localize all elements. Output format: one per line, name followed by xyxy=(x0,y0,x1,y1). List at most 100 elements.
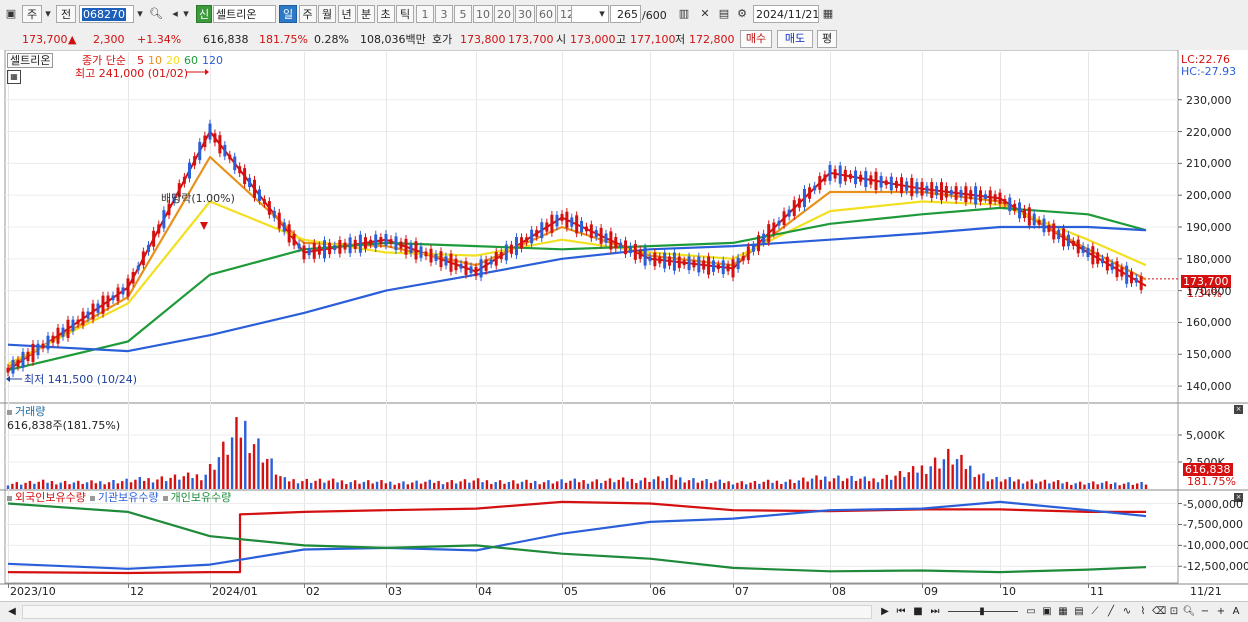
line-tool-icon[interactable]: ╱ xyxy=(1104,605,1118,619)
volume-bar xyxy=(283,477,287,489)
font-size-icon[interactable]: A xyxy=(1229,605,1243,619)
candle-body xyxy=(198,141,202,161)
grid-toggle-icon[interactable]: ▦ xyxy=(7,70,21,84)
chart-type-select[interactable]: 주 xyxy=(22,5,42,23)
candle-body xyxy=(954,186,958,200)
fibo-tool-icon[interactable]: ⌇ xyxy=(1136,605,1150,619)
interval-tab[interactable]: 3 xyxy=(435,5,453,23)
window-grid-icon[interactable]: ▦ xyxy=(1056,605,1070,619)
calendar-icon[interactable]: ▦ xyxy=(820,6,836,22)
trend-line-icon[interactable]: ⟋ xyxy=(1088,605,1102,619)
candle-body xyxy=(307,248,311,256)
chart-canvas[interactable] xyxy=(0,50,1248,601)
ma-period-60: 60 xyxy=(184,54,198,67)
candle-body xyxy=(560,213,564,221)
candle-body xyxy=(530,229,534,244)
price-panel-tag[interactable]: 셀트리온 xyxy=(7,53,54,68)
chevron-down-icon[interactable]: ▾ xyxy=(596,6,608,22)
volume-bar xyxy=(1100,482,1104,489)
volume-bar xyxy=(595,479,598,489)
stock-code-input[interactable]: 068270 xyxy=(79,5,134,23)
table-icon[interactable]: ▤ xyxy=(1072,605,1086,619)
holding-legend-item[interactable]: 개인보유수량 xyxy=(171,491,232,504)
zoom-slider-thumb[interactable]: ▮ xyxy=(978,605,986,619)
zoom-in-icon[interactable]: + xyxy=(1214,605,1228,619)
candle-icon[interactable]: ▥ xyxy=(676,6,692,22)
rewind-icon[interactable]: ⏮ xyxy=(894,605,908,619)
period-tab[interactable]: 월 xyxy=(318,5,336,23)
stop-icon[interactable]: ■ xyxy=(911,605,925,619)
chart-area[interactable]: 셀트리온 종가 단순 5 10 20 60 120 ▦ 최고 241,000 (01/0… xyxy=(0,50,1248,601)
interval-tab[interactable]: 20 xyxy=(494,5,514,23)
zoom-icon[interactable]: 🔍︎ xyxy=(1182,605,1196,619)
price-tick-label: 200,000 xyxy=(1186,189,1232,203)
volume-bar xyxy=(1030,479,1033,489)
volume-bar xyxy=(885,474,888,489)
scroll-toolbar: ◀ ▶ ⏮ ■ ⏭ ▮ ▭ ▣ ▦ ▤ ⟋ ╱ ∿ ⌇ ⌫ ⊡ 🔍︎ − + A xyxy=(0,601,1248,622)
volume-bar xyxy=(991,479,994,489)
scroll-right-icon[interactable]: ▶ xyxy=(878,605,892,619)
window-tile-icon[interactable]: ▣ xyxy=(1040,605,1054,619)
interval-tab[interactable]: 60 xyxy=(536,5,556,23)
holding-legend-item[interactable]: 외국인보유수량 xyxy=(15,491,86,504)
period-tab[interactable]: 분 xyxy=(357,5,375,23)
volume-bar xyxy=(626,481,629,489)
close-icon[interactable]: × xyxy=(1234,405,1243,414)
period-tab[interactable]: 년 xyxy=(337,5,356,23)
candle-body xyxy=(1027,207,1031,226)
zoom-out-icon[interactable]: − xyxy=(1198,605,1212,619)
prev-button[interactable]: 전 xyxy=(56,5,76,23)
candle-body xyxy=(218,135,222,154)
interval-tab[interactable]: 10 xyxy=(473,5,493,23)
bar-count-input[interactable]: 265 xyxy=(610,5,641,23)
candle-body xyxy=(905,181,909,191)
volume-bar xyxy=(1105,481,1108,489)
gear-icon[interactable]: ⚙ xyxy=(734,6,750,22)
candle-body xyxy=(459,263,463,269)
window-split-icon[interactable]: ▭ xyxy=(1024,605,1038,619)
buy-button[interactable]: 매수 xyxy=(740,30,772,48)
wave-tool-icon[interactable]: ∿ xyxy=(1120,605,1134,619)
volume-bar xyxy=(705,479,708,489)
sell-button[interactable]: 매도 xyxy=(777,30,813,48)
holding-legend-item[interactable]: 기관보유수량 xyxy=(98,491,159,504)
candle-body xyxy=(96,303,100,313)
interval-tab[interactable]: 30 xyxy=(515,5,535,23)
high-label: 고 xyxy=(616,33,627,46)
volume-bar xyxy=(164,481,168,489)
candle-body xyxy=(317,245,321,255)
stock-name-field[interactable]: 셀트리온 xyxy=(213,5,276,23)
candle-body xyxy=(751,244,755,252)
chevron-down-icon[interactable]: ▾ xyxy=(134,6,146,22)
candle-body xyxy=(1032,213,1036,226)
volume-bar xyxy=(617,479,620,489)
chevron-down-icon[interactable]: ▾ xyxy=(42,6,54,22)
erase-icon[interactable]: ⌫ xyxy=(1152,605,1166,619)
volume-title: 거래량 xyxy=(7,405,45,418)
lock-icon[interactable]: ⊡ xyxy=(1167,605,1181,619)
search-icon[interactable]: 🔍︎ xyxy=(148,6,164,22)
period-tab[interactable]: 초 xyxy=(376,5,395,23)
crosshair-icon[interactable]: ✕ xyxy=(697,6,713,22)
candle-body xyxy=(233,156,237,171)
volume-bar xyxy=(81,483,84,489)
forward-icon[interactable]: ⏭ xyxy=(928,605,942,619)
volume-bar xyxy=(419,483,423,489)
candle-body xyxy=(663,252,667,269)
window-menu-icon[interactable]: ▣ xyxy=(3,6,19,22)
period-tab[interactable]: 일 xyxy=(279,5,297,23)
period-tab[interactable]: 주 xyxy=(298,5,317,23)
scroll-left-icon[interactable]: ◀ xyxy=(5,605,19,619)
save-icon[interactable]: ▤ xyxy=(716,6,732,22)
volume-bar xyxy=(182,476,185,489)
interval-tab[interactable]: 5 xyxy=(454,5,472,23)
interval-tab[interactable]: 1 xyxy=(416,5,434,23)
candle-body xyxy=(6,367,10,373)
candle-body xyxy=(76,319,80,325)
date-input[interactable]: 2024/11/21 xyxy=(753,5,819,23)
average-button[interactable]: 평 xyxy=(817,30,837,48)
horizontal-scrollbar[interactable] xyxy=(22,605,872,619)
candle-body xyxy=(772,222,776,234)
period-tab[interactable]: 틱 xyxy=(396,5,414,23)
chevron-down-icon[interactable]: ▾ xyxy=(181,6,191,22)
